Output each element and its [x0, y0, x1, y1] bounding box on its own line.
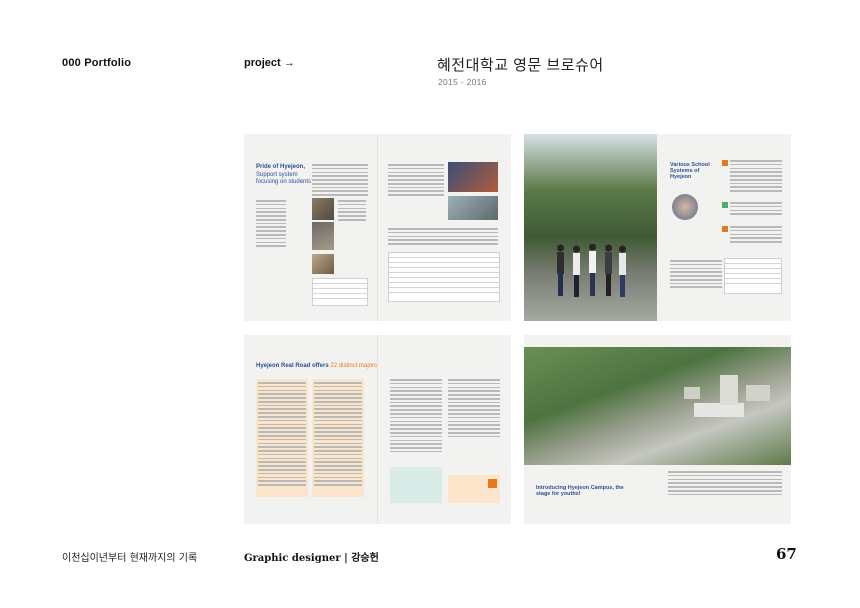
brochure-spread-1: Pride of Hyejeon, Support system focusin…	[244, 134, 511, 321]
students-photo-2	[448, 196, 498, 220]
orange-badge-1	[722, 160, 728, 166]
spread-1-right-table	[388, 252, 500, 302]
library-photo-3	[312, 254, 334, 274]
spread-2-text-right-2	[730, 202, 782, 217]
spread-2-circle-photo	[672, 194, 698, 220]
spread-4-body-text	[668, 471, 782, 497]
brochure-spread-3: Hyejeon Real Road offers 22 distinct maj…	[244, 335, 511, 524]
spread-fold	[377, 134, 378, 321]
footer-designer: Graphic designer | 강승헌	[244, 553, 379, 564]
project-years: 2015 - 2016	[438, 77, 487, 87]
spread-1-body-text	[256, 200, 286, 249]
students-photo-1	[448, 162, 498, 192]
spread-1-column-text	[312, 164, 368, 198]
library-photo-1	[312, 198, 334, 220]
page-number: 67	[776, 545, 797, 563]
spread-3-teal-box	[390, 467, 442, 503]
spread-1-headline: Pride of Hyejeon,	[256, 164, 306, 170]
walking-students-illustration	[557, 244, 626, 297]
spread-3-text-col-3	[390, 379, 442, 455]
spread-3-text-col-2	[314, 382, 362, 488]
campus-buildings-illustration	[684, 375, 770, 417]
spread-1-caption-text	[338, 200, 366, 223]
spread-3-text-col-4	[448, 379, 500, 440]
spread-1-right-text-2	[388, 228, 498, 247]
spread-1-table	[312, 278, 368, 306]
project-label: project →	[244, 57, 295, 69]
footer-tagline: 이천십이년부터 현재까지의 기록	[62, 553, 198, 564]
spread-3-headline-main: Hyejeon Real Road offers	[256, 363, 329, 369]
spread-2-text-right-1	[730, 160, 782, 194]
portfolio-label: 000 Portfolio	[62, 57, 132, 69]
library-photo-2	[312, 222, 334, 250]
project-title: 혜전대학교 영문 브로슈어	[437, 57, 604, 74]
green-badge	[722, 202, 728, 208]
spread-fold	[377, 335, 378, 524]
spread-1-subhead: Support system focusing on students	[256, 172, 312, 185]
spread-3-orange-icon	[488, 479, 497, 488]
brochure-spread-4: Introducing Hyejeon Campus, the stage fo…	[524, 335, 791, 524]
brochure-spread-2: Various School Systems of Hyejeon	[524, 134, 791, 321]
spread-2-text-left	[670, 260, 722, 290]
spread-3-text-col-1	[258, 382, 306, 488]
spread-4-headline: Introducing Hyejeon Campus, the stage fo…	[536, 485, 624, 498]
spread-3-headline-sub: 22 distinct majors	[330, 363, 378, 369]
spread-2-text-right-3	[730, 226, 782, 245]
spread-2-table	[724, 258, 782, 294]
spread-1-right-text	[388, 164, 444, 198]
spread-3-headline: Hyejeon Real Road offers 22 distinct maj…	[256, 363, 377, 370]
spread-2-headline: Various School Systems of Hyejeon	[670, 162, 710, 181]
orange-badge-2	[722, 226, 728, 232]
